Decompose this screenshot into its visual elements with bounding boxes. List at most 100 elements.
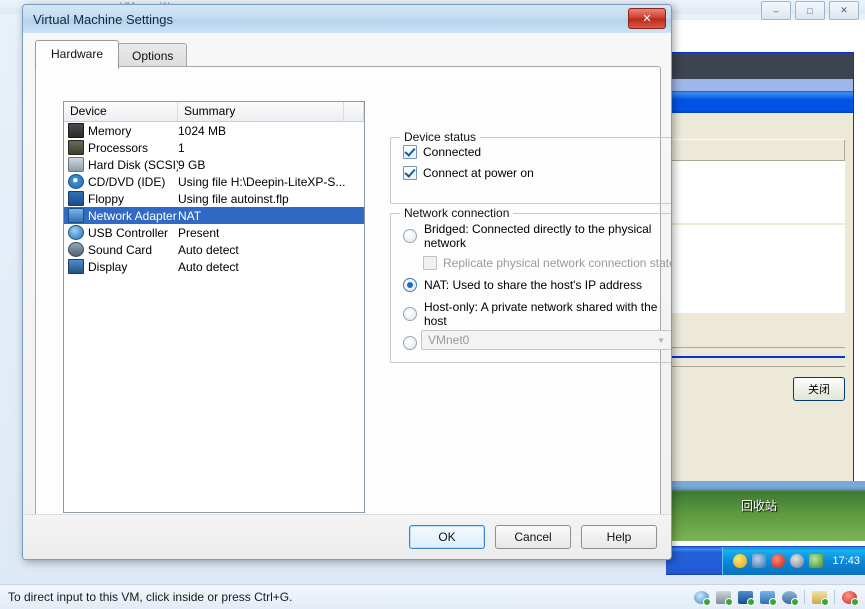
dialog-title: Virtual Machine Settings — [33, 11, 173, 27]
harddisk-icon[interactable] — [716, 590, 733, 606]
radio-nat[interactable] — [403, 278, 417, 292]
network-icon[interactable] — [760, 590, 777, 606]
device-summary: 1024 MB — [178, 123, 227, 138]
usb-icon — [68, 225, 84, 240]
help-button[interactable]: Help — [581, 525, 657, 549]
list-item[interactable]: Sound Card Auto detect — [64, 241, 364, 258]
network-connection-title: Network connection — [400, 206, 514, 220]
device-name: Display — [88, 259, 128, 274]
vmware-status-bar: To direct input to this VM, click inside… — [0, 584, 865, 609]
antivirus-icon[interactable] — [771, 554, 786, 568]
floppy-icon — [68, 191, 84, 206]
column-header-summary: Summary — [178, 102, 344, 121]
window-light-strip — [666, 79, 853, 91]
list-item[interactable]: Memory 1024 MB — [64, 122, 364, 139]
device-name: Processors — [88, 140, 149, 155]
dialog-titlebar[interactable]: Virtual Machine Settings ✕ — [23, 5, 671, 34]
radio-custom[interactable] — [403, 336, 417, 350]
close-button[interactable]: ✕ — [829, 1, 859, 20]
cpu-icon — [68, 140, 84, 155]
list-item[interactable]: USB Controller Present — [64, 224, 364, 241]
taskbar-clock[interactable]: 17:43 — [832, 555, 860, 567]
device-name: CD/DVD (IDE) — [88, 174, 166, 189]
device-summary: 9 GB — [178, 157, 206, 172]
table-row: 物理地址 00-0C-29-38-4 — [666, 161, 845, 179]
recycle-bin-label[interactable]: 回收站 — [741, 497, 777, 514]
floppy-icon[interactable] — [738, 590, 755, 606]
divider — [666, 347, 845, 348]
radio-bridged[interactable] — [403, 229, 417, 243]
footer-button-group: OK Cancel Help — [409, 525, 657, 549]
checkbox-replicate-label: Replicate physical network connection st… — [443, 256, 672, 270]
status-bar-message: To direct input to this VM, click inside… — [8, 590, 293, 604]
disk-icon[interactable] — [694, 590, 711, 606]
guest-vm-screen[interactable]: 细信息 细信息 (D): 属性 数值 物理地址 00-0C-29-38-4 — [666, 20, 865, 575]
disc-icon[interactable] — [790, 554, 805, 568]
cancel-button[interactable]: Cancel — [495, 525, 571, 549]
device-summary: Using file H:\Deepin-LiteXP-S... — [178, 174, 346, 189]
device-name: Sound Card — [88, 242, 153, 257]
printer-icon[interactable] — [812, 590, 829, 606]
memory-icon — [68, 123, 84, 138]
status-bar-icons — [694, 590, 859, 606]
checkbox-connect-at-power-on[interactable] — [403, 166, 417, 180]
warning-icon[interactable] — [752, 554, 767, 568]
radio-nat-row[interactable]: NAT: Used to share the host's IP address — [403, 278, 671, 292]
checkbox-replicate-state — [423, 256, 437, 270]
network-status-window: 细信息 细信息 (D): 属性 数值 物理地址 00-0C-29-38-4 — [666, 52, 854, 525]
device-summary: 1 — [178, 140, 185, 155]
device-summary: Auto detect — [178, 259, 239, 274]
dialog-body: Hardware Options Device Summary Memory 1… — [23, 33, 671, 559]
close-dialog-button[interactable]: 关闭 — [793, 377, 845, 401]
radio-host-only[interactable] — [403, 307, 417, 321]
maximize-button[interactable]: □ — [795, 1, 825, 20]
checkbox-connect-at-power-on-row[interactable]: Connect at power on — [403, 166, 671, 180]
shield-icon[interactable] — [733, 554, 748, 568]
accent-divider — [666, 356, 845, 358]
checkbox-connected-row[interactable]: Connected — [403, 145, 671, 159]
details-table-empty-area — [666, 225, 845, 313]
radio-host-only-label: Host-only: A private network shared with… — [424, 300, 658, 328]
vmnet-dropdown-value: VMnet0 — [428, 333, 470, 347]
vmware-workstation-window: VM W... ... – □ ✕ 细信息 细信息 (D): 属性 — [0, 0, 865, 609]
xp-desktop-wallpaper: 回收站 — [666, 481, 865, 541]
sky-strip — [666, 481, 865, 487]
divider — [666, 366, 845, 367]
divider — [804, 590, 805, 604]
list-item[interactable]: Processors 1 — [64, 139, 364, 156]
window-controls: – □ ✕ — [761, 1, 859, 20]
list-item[interactable]: Hard Disk (SCSI) 9 GB — [64, 156, 364, 173]
device-name: Floppy — [88, 191, 125, 206]
device-name: Memory — [88, 123, 132, 138]
list-item[interactable]: Display Auto detect — [64, 258, 364, 275]
radio-bridged-row[interactable]: Bridged: Connected directly to the physi… — [403, 222, 671, 250]
list-item[interactable]: Floppy Using file autoinst.flp — [64, 190, 364, 207]
network-icon[interactable] — [809, 554, 824, 568]
radio-bridged-label: Bridged: Connected directly to the physi… — [424, 222, 652, 250]
checkbox-connected[interactable] — [403, 145, 417, 159]
sound-icon — [68, 242, 84, 257]
sound-icon[interactable] — [782, 590, 799, 606]
dialog-close-button[interactable]: ✕ — [628, 8, 666, 29]
usb-error-icon[interactable] — [842, 590, 859, 606]
checkbox-connected-label: Connected — [423, 145, 482, 159]
chevron-down-icon: ▼ — [657, 335, 665, 345]
list-item[interactable]: CD/DVD (IDE) Using file H:\Deepin-LiteXP… — [64, 173, 364, 190]
device-summary: Auto detect — [178, 242, 239, 257]
detail-label: 细信息 (D): — [666, 117, 845, 139]
vmnet-dropdown: VMnet0 ▼ — [421, 330, 671, 350]
tab-hardware[interactable]: Hardware — [35, 40, 120, 69]
minimize-button[interactable]: – — [761, 1, 791, 20]
device-list[interactable]: Device Summary Memory 1024 MB Processors… — [63, 101, 365, 513]
column-header-spacer — [344, 102, 364, 121]
details-table-header: 属性 数值 — [666, 139, 845, 161]
hardware-tab-panel: Device Summary Memory 1024 MB Processors… — [35, 66, 671, 545]
dialog-footer: OK Cancel Help — [23, 514, 671, 559]
device-list-header: Device Summary — [64, 102, 364, 122]
radio-host-only-row[interactable]: Host-only: A private network shared with… — [403, 300, 671, 328]
device-status-title: Device status — [400, 130, 481, 144]
list-item-network-adapter[interactable]: Network Adapter NAT — [64, 207, 364, 224]
ok-button[interactable]: OK — [409, 525, 485, 549]
device-summary: Using file autoinst.flp — [178, 191, 289, 206]
details-table-body: 物理地址 00-0C-29-38-4 IP 地址 169.254.47.12 子… — [666, 161, 845, 223]
